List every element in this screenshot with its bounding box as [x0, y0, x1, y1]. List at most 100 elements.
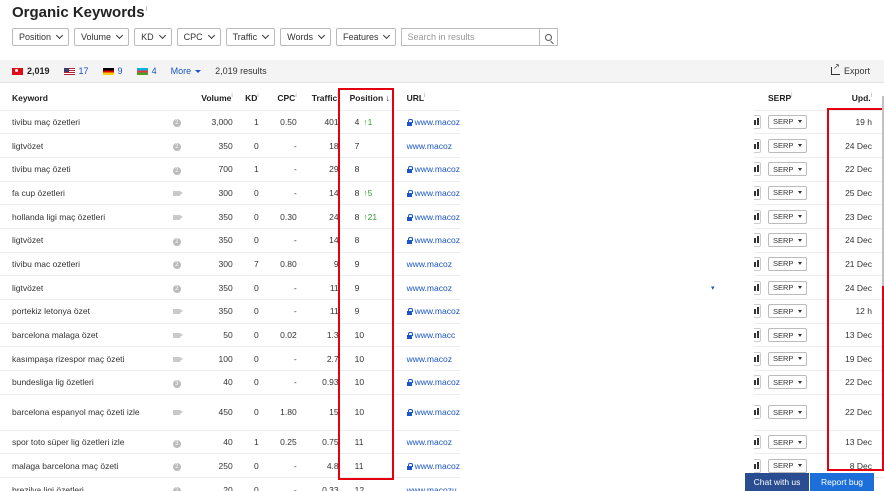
url-link[interactable]: www.macoz [415, 306, 460, 316]
url-link[interactable]: www.macoz [407, 259, 452, 269]
cpc-cell: - [261, 477, 300, 491]
url-link[interactable]: www.macoz [415, 377, 460, 387]
serp-button[interactable]: SERP [768, 405, 808, 420]
serp-button[interactable]: SERP [768, 138, 808, 153]
country-tr-count[interactable]: 2,019 [27, 66, 50, 76]
report-bug-button[interactable]: Report bug [810, 473, 874, 491]
lock-icon [406, 118, 413, 126]
serp-button[interactable]: SERP [768, 304, 808, 319]
keyword-cell[interactable]: barcelona espanyol maç özeti izle [0, 393, 160, 431]
position-cell: 8 [341, 156, 398, 182]
export-button[interactable]: Export [830, 62, 870, 76]
keyword-cell[interactable]: malaga barcelona maç özeti [0, 453, 160, 478]
keyword-cell[interactable]: tivibu maç özetleri [0, 109, 160, 134]
serp-button[interactable]: SERP [768, 375, 808, 390]
position-cell: 10 [341, 393, 398, 431]
keyword-cell[interactable]: tivibu mac ozetleri [0, 251, 160, 276]
words-filter[interactable]: Words [280, 28, 331, 46]
url-link[interactable]: www.macoz [407, 437, 452, 447]
header-keyword[interactable]: Keyword [0, 86, 160, 110]
updated-cell: 21 Dec [812, 251, 884, 276]
volume-filter[interactable]: Volume [74, 28, 130, 46]
keyword-cell[interactable]: portekiz letonya özet [0, 299, 160, 324]
search-button[interactable] [539, 28, 559, 46]
serp-button[interactable]: SERP [768, 114, 808, 129]
url-link[interactable]: www.macoz [415, 235, 460, 245]
url-link[interactable]: www.macoz [415, 407, 460, 417]
country-us-count[interactable]: 17 [79, 66, 89, 76]
serp-button[interactable]: SERP [768, 351, 808, 366]
url-link[interactable]: www.macoz [415, 461, 460, 471]
volume-cell: 350 [193, 275, 236, 300]
url-link[interactable]: www.macoz [415, 188, 460, 198]
serp-button[interactable]: SERP [768, 328, 808, 343]
dropdown-caret-icon[interactable]: ▾ [711, 284, 715, 292]
serp-button[interactable]: SERP [768, 435, 808, 450]
position-filter[interactable]: Position [12, 28, 70, 46]
serp-button[interactable]: SERP [768, 185, 808, 200]
header-position[interactable]: Position ↓ [342, 86, 398, 110]
keyword-cell[interactable]: ligtvözet [0, 133, 160, 158]
question-icon: 2 [172, 237, 181, 246]
header-volume[interactable]: Volumei [194, 86, 236, 110]
header-kd[interactable]: KDi [236, 86, 262, 110]
keyword-cell[interactable]: barcelona malaga özet [0, 322, 160, 347]
features-filter[interactable]: Features [335, 28, 397, 46]
caret-down-icon [798, 440, 803, 444]
more-countries-button[interactable]: More [171, 66, 192, 76]
header-url[interactable]: URLi [398, 86, 743, 110]
serp-button[interactable]: SERP [768, 458, 808, 473]
country-de-count[interactable]: 9 [118, 66, 123, 76]
serp-button[interactable]: SERP [768, 280, 808, 295]
keyword-cell[interactable]: kasımpaşa rizespor maç özeti [0, 346, 160, 371]
keyword-cell[interactable]: hollanda ligi maç özetleri [0, 204, 160, 229]
serp-button[interactable]: SERP [768, 233, 808, 248]
chevron-down-icon [207, 31, 215, 40]
cpc-cell: - [261, 453, 300, 478]
keyword-cell[interactable]: fa cup özetleri [0, 180, 160, 205]
url-link[interactable]: www.macc [415, 330, 456, 340]
keyword-cell[interactable]: ligtvözet [0, 227, 160, 253]
cpc-cell: 0.80 [261, 251, 300, 276]
url-link[interactable]: www.macoz [415, 212, 460, 222]
url-link[interactable]: www.macoz [407, 141, 452, 151]
serp-feature-cell: 3 [159, 429, 194, 454]
serp-feature-cell: 2 [159, 251, 194, 276]
url-link[interactable]: www.macoz [415, 117, 460, 127]
cpc-cell: 0.02 [261, 322, 300, 347]
chat-button[interactable]: Chat with us [745, 473, 809, 491]
volume-cell: 300 [193, 251, 236, 276]
traffic-filter[interactable]: Traffic [225, 28, 276, 46]
keyword-cell[interactable]: brezilya ligi özetleri [0, 477, 160, 491]
search-input[interactable] [401, 28, 540, 46]
keyword-cell[interactable]: ligtvözet [0, 275, 160, 300]
country-az-count[interactable]: 4 [152, 66, 157, 76]
url-link[interactable]: www.macozu [407, 485, 457, 491]
header-traffic[interactable]: Traffici [300, 86, 342, 110]
keyword-cell[interactable]: tivibu maç özeti [0, 156, 160, 182]
chevron-down-icon [55, 31, 64, 40]
serp-button[interactable]: SERP [768, 209, 808, 224]
keyword-cell[interactable]: spor toto süper lig özetleri izle [0, 429, 160, 454]
position-filter-label: Position [19, 32, 52, 42]
serp-button[interactable]: SERP [768, 162, 808, 177]
kd-filter[interactable]: KD [134, 28, 172, 46]
cpc-filter[interactable]: CPC [176, 28, 221, 46]
header-serp[interactable]: SERPi [764, 86, 812, 110]
kd-cell: 0 [235, 133, 262, 158]
url-link[interactable]: www.macoz [407, 283, 452, 293]
info-icon[interactable]: i [146, 6, 148, 13]
serp-cell: SERP [764, 251, 812, 276]
url-link[interactable]: www.macoz [407, 354, 452, 364]
url-link[interactable]: www.macoz [415, 164, 460, 174]
traffic-cell: 1.3 [299, 322, 342, 347]
serp-button[interactable]: SERP [768, 256, 808, 271]
results-count: 2,019 results [215, 66, 267, 76]
keyword-cell[interactable]: bundesliga lig özetleri [0, 370, 160, 395]
filter-bar: Position Volume KD CPC Traffic Words Fea… [12, 28, 559, 46]
cpc-cell: 0.25 [261, 429, 300, 454]
header-cpc[interactable]: CPCi [262, 86, 300, 110]
video-icon [173, 333, 184, 339]
traffic-cell: 2.7 [299, 346, 342, 371]
header-upd[interactable]: Upd.i [812, 86, 884, 110]
